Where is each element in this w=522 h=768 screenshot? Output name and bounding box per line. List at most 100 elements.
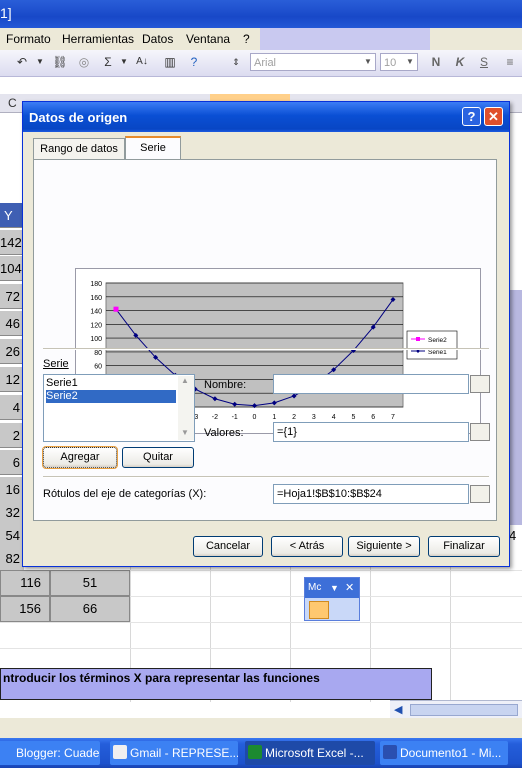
close-icon[interactable]: ✕ — [484, 107, 503, 126]
collapse-dialog-icon[interactable] — [470, 485, 490, 503]
table-cell[interactable]: 116 — [0, 570, 50, 596]
x-tick-label: -2 — [212, 414, 218, 421]
underline-icon[interactable]: S — [476, 54, 492, 70]
taskbar-item-label: Microsoft Excel -... — [265, 746, 364, 760]
table-cell[interactable]: 156 — [0, 596, 50, 622]
scrollbar-thumb[interactable] — [410, 704, 518, 716]
legend-label-serie1: Serie1 — [428, 349, 447, 356]
y-tick-label: 80 — [94, 350, 102, 357]
name-field[interactable] — [273, 374, 469, 394]
bold-icon[interactable]: N — [428, 54, 444, 70]
table-cell[interactable]: 51 — [50, 570, 130, 596]
scroll-left-icon[interactable]: ◀ — [394, 703, 402, 716]
autosum-dropdown-icon[interactable]: ▼ — [116, 54, 132, 70]
remove-series-button[interactable]: Quitar — [122, 447, 194, 468]
dialog-title-bar: Datos de origen ? ✕ — [23, 102, 509, 132]
table-cell[interactable]: 54 — [0, 523, 24, 548]
table-cell[interactable]: 72 — [0, 284, 24, 309]
insert-hyperlink-icon[interactable]: ⛓ — [52, 54, 68, 70]
y-header-cell[interactable]: Y — [0, 203, 24, 228]
next-button[interactable]: Siguiente > — [348, 536, 420, 557]
menu-herramientas[interactable]: Herramientas — [62, 32, 134, 46]
autosum-icon[interactable]: Σ — [100, 54, 116, 70]
collapse-dialog-icon[interactable] — [470, 423, 490, 441]
series-listbox[interactable]: Serie1 Serie2 ▲ ▼ — [43, 374, 195, 442]
chevron-down-icon[interactable]: ▼ — [330, 578, 339, 598]
italic-icon[interactable]: K — [452, 54, 468, 70]
values-label: Valores: — [204, 427, 244, 439]
table-cell[interactable]: 32 — [0, 500, 24, 525]
collapse-dialog-icon[interactable] — [470, 375, 490, 393]
table-cell[interactable]: 66 — [50, 596, 130, 622]
column-header-c[interactable]: C — [8, 96, 17, 110]
table-cell[interactable]: 16 — [0, 477, 24, 502]
list-item[interactable]: Serie1 — [46, 377, 176, 390]
x-tick-label: 1 — [272, 414, 276, 421]
table-cell[interactable]: 2 — [0, 423, 24, 448]
menu-help[interactable]: ? — [243, 32, 250, 46]
back-button[interactable]: < Atrás — [271, 536, 343, 557]
undo-icon[interactable]: ↶ — [14, 54, 30, 70]
table-cell[interactable]: 26 — [0, 339, 24, 364]
menu-datos[interactable]: Datos — [142, 32, 173, 46]
align-left-icon[interactable]: ≡ — [502, 54, 518, 70]
scroll-down-icon[interactable]: ▼ — [181, 428, 189, 437]
chart-type-icon[interactable] — [309, 601, 329, 619]
tab-serie[interactable]: Serie — [125, 136, 181, 160]
table-cell[interactable]: 12 — [0, 367, 24, 392]
taskbar-item-word[interactable]: Documento1 - Mi... — [380, 741, 508, 765]
tab-rango-de-datos[interactable]: Rango de datos — [33, 138, 125, 159]
font-name-value: Arial — [254, 57, 277, 69]
taskbar-item-excel[interactable]: Microsoft Excel -... — [245, 741, 375, 765]
categories-label: Rótulos del eje de categorías (X): — [43, 488, 207, 500]
name-label: Nombre: — [204, 379, 247, 391]
toolbar: ↶ ▼ ⛓ ◎ Σ ▼ A↓ ▥ ? ⇕ Arial ▼ 10 ▼ N K S … — [0, 50, 522, 77]
separator — [43, 476, 489, 478]
scroll-up-icon[interactable]: ▲ — [181, 376, 189, 385]
legend-label-serie2: Serie2 — [428, 337, 447, 344]
taskbar-item-blogger[interactable]: Blogger: Cuader... — [0, 741, 100, 765]
undo-dropdown-icon[interactable]: ▼ — [32, 54, 48, 70]
table-cell[interactable]: 6 — [0, 450, 24, 475]
horizontal-scrollbar[interactable]: ◀ — [390, 700, 522, 719]
font-size-combo[interactable]: 10 ▼ — [380, 53, 418, 71]
table-cell[interactable]: 82 — [0, 546, 24, 571]
values-field[interactable]: ={1} — [273, 422, 469, 442]
finish-button[interactable]: Finalizar — [428, 536, 500, 557]
font-name-combo[interactable]: Arial ▼ — [250, 53, 376, 71]
y-tick-label: 140 — [90, 309, 102, 316]
chart-mini-toolbar[interactable]: Mc ▼ ✕ — [304, 577, 360, 621]
chart-wizard-icon[interactable]: ▥ — [162, 54, 178, 70]
dialog-title: Datos de origen — [29, 110, 128, 125]
taskbar-item-label: Gmail - REPRESE... — [130, 746, 238, 760]
x-tick-label: 7 — [391, 414, 395, 421]
help-icon[interactable]: ? — [186, 54, 202, 70]
table-cell[interactable]: 104 — [0, 256, 24, 281]
formula-bar[interactable] — [0, 77, 522, 94]
toolbar-options-icon[interactable]: ⇕ — [228, 54, 244, 70]
taskbar-item-gmail[interactable]: Gmail - REPRESE... — [110, 741, 238, 765]
serie-group-label: Serie — [43, 358, 69, 370]
menu-formato[interactable]: Formato — [6, 32, 51, 46]
x-tick-label: 4 — [332, 414, 336, 421]
mini-toolbar-title: Mc — [308, 582, 322, 593]
cancel-button[interactable]: Cancelar — [193, 536, 263, 557]
taskbar-item-label: Documento1 - Mi... — [400, 746, 502, 760]
sheet-chart-fragment — [508, 290, 522, 525]
menu-bar-highlight — [260, 28, 430, 50]
window-title-bar: 1] — [0, 0, 522, 28]
table-cell[interactable]: 46 — [0, 311, 24, 336]
y-tick-label: 100 — [90, 336, 102, 343]
table-cell[interactable]: 142 — [0, 230, 24, 255]
listbox-scrollbar[interactable]: ▲ ▼ — [178, 376, 194, 440]
legend-marker-serie2 — [416, 337, 420, 341]
categories-field[interactable]: =Hoja1!$B$10:$B$24 — [273, 484, 469, 504]
table-cell[interactable]: 4 — [0, 395, 24, 420]
add-series-button[interactable]: Agregar — [42, 446, 118, 469]
close-icon[interactable]: ✕ — [345, 578, 354, 598]
sort-ascending-icon[interactable]: A↓ — [134, 54, 150, 70]
menu-ventana[interactable]: Ventana — [186, 32, 230, 46]
list-item-selected[interactable]: Serie2 — [46, 390, 176, 403]
help-button[interactable]: ? — [462, 107, 481, 126]
web-icon[interactable]: ◎ — [76, 54, 92, 70]
